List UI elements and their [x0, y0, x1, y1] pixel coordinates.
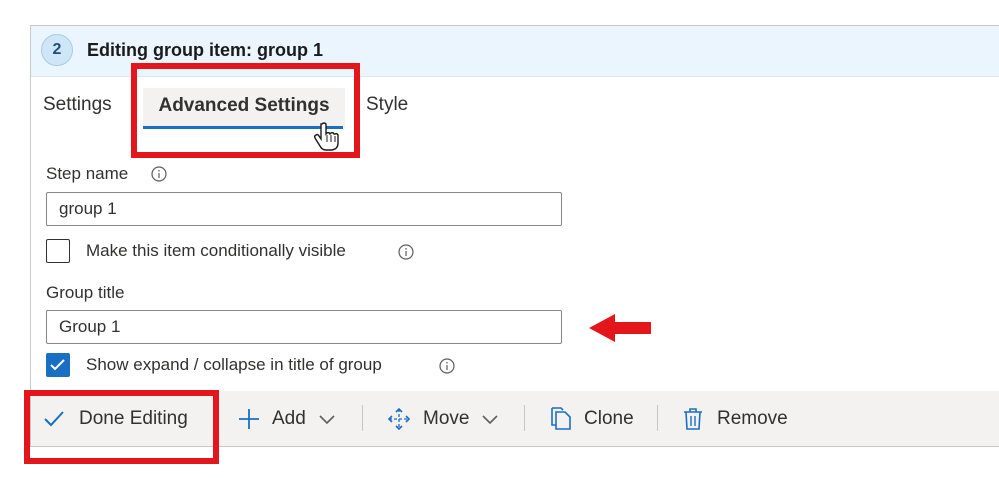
checkmark-icon: [50, 359, 65, 371]
step-number-badge: 2: [41, 34, 73, 66]
move-arrows-icon: [387, 407, 411, 430]
info-icon[interactable]: [439, 358, 455, 374]
trash-icon: [684, 407, 702, 430]
chevron-down-icon: [482, 414, 499, 424]
highlight-box-done-editing: [24, 390, 219, 464]
add-button[interactable]: Add: [238, 391, 336, 446]
expand-collapse-label: Show expand / collapse in title of group: [86, 355, 382, 374]
move-button[interactable]: Move: [387, 391, 499, 446]
conditional-visibility-checkbox[interactable]: [46, 239, 70, 263]
group-title-input[interactable]: Group 1: [46, 310, 562, 344]
tab-style[interactable]: Style: [366, 94, 408, 116]
clone-label: Clone: [584, 407, 634, 429]
toolbar-divider: [362, 405, 363, 431]
move-label: Move: [423, 407, 470, 429]
toolbar-divider: [524, 405, 525, 431]
clone-icon: [551, 406, 571, 430]
expand-collapse-checkbox[interactable]: [46, 353, 70, 377]
clone-button[interactable]: Clone: [550, 391, 634, 446]
remove-label: Remove: [717, 407, 788, 429]
highlight-box-advanced-settings: [131, 63, 360, 158]
panel-title: Editing group item: group 1: [87, 40, 323, 60]
group-title-label: Group title: [46, 283, 125, 302]
add-label: Add: [272, 407, 306, 429]
toolbar-divider: [657, 405, 658, 431]
left-arrow-icon: [589, 314, 651, 342]
tab-settings[interactable]: Settings: [43, 94, 112, 116]
plus-icon: [239, 408, 259, 429]
remove-button[interactable]: Remove: [683, 391, 788, 446]
info-icon[interactable]: [398, 244, 414, 260]
chevron-down-icon: [319, 414, 335, 424]
step-name-input[interactable]: group 1: [46, 192, 562, 226]
info-icon[interactable]: [151, 166, 167, 182]
step-name-label: Step name: [46, 164, 129, 183]
conditional-visibility-label: Make this item conditionally visible: [86, 241, 346, 260]
